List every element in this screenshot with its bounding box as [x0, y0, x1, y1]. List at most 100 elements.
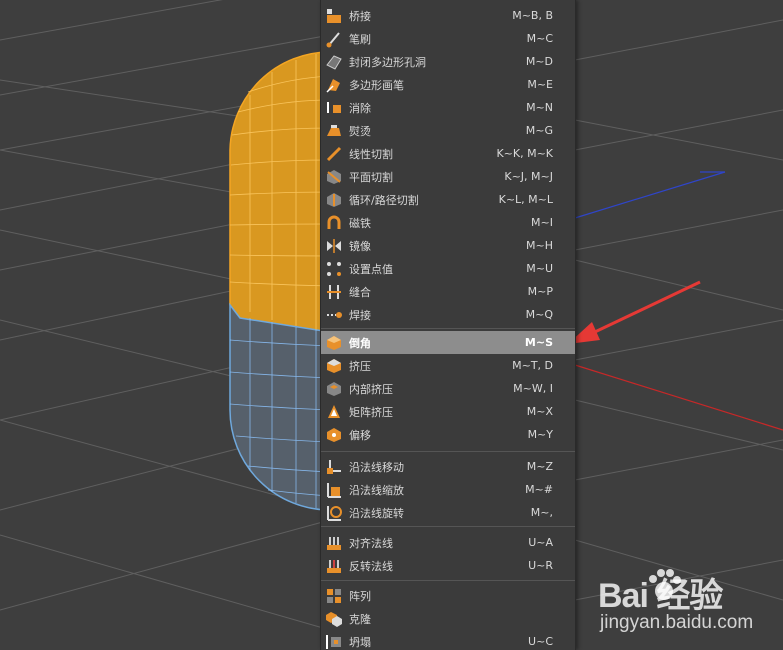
menu-item-weld[interactable]: 焊接 M~Q	[321, 303, 575, 326]
matrix-extrude-icon	[325, 403, 343, 421]
menu-item-shortcut: M~B, B	[512, 9, 553, 22]
menu-item-shortcut: U~C	[528, 635, 553, 648]
menu-item-shortcut: M~D	[525, 55, 553, 68]
menu-item-shortcut: M~G	[525, 124, 553, 137]
capsule-mesh[interactable]	[229, 51, 331, 511]
bevel-icon	[325, 334, 343, 352]
menu-separator	[321, 328, 575, 329]
menu-item-shortcut: M~H	[526, 239, 553, 252]
brush-icon	[325, 30, 343, 48]
menu-item-shortcut: M~X	[526, 405, 553, 418]
normal-move-icon	[325, 458, 343, 476]
menu-item-extrude[interactable]: 挤压 M~T, D	[321, 354, 575, 377]
menu-item-shortcut: M~Q	[525, 308, 553, 321]
offset-icon	[325, 426, 343, 444]
menu-item-label: 矩阵挤压	[349, 405, 393, 419]
menu-item-label: 沿法线移动	[349, 460, 404, 474]
annotation-arrow	[568, 280, 701, 344]
mesh-commands-context-menu: 桥接 M~B, B 笔刷 M~C 封闭多边形孔洞 M~D 多边形画笔 M~E 消除 M~N 熨烫 M~…	[320, 0, 576, 650]
mirror-icon	[325, 237, 343, 255]
menu-item-label: 设置点值	[349, 262, 393, 276]
menu-item-label: 沿法线缩放	[349, 483, 404, 497]
reverse-normals-icon	[325, 557, 343, 575]
knife-icon	[325, 145, 343, 163]
menu-item-label: 镜像	[349, 239, 371, 253]
clone-icon	[325, 610, 343, 628]
menu-separator	[321, 451, 575, 452]
menu-item-label: 沿法线旋转	[349, 506, 404, 520]
magnet-icon	[325, 214, 343, 232]
menu-item-label: 熨烫	[349, 124, 371, 138]
iron-icon	[325, 122, 343, 140]
menu-item-collapse[interactable]: 坍塌 U~C	[321, 630, 575, 650]
close-hole-icon	[325, 53, 343, 71]
world-axes	[574, 171, 783, 431]
menu-item-shortcut: M~N	[526, 101, 553, 114]
menu-item-label: 消除	[349, 101, 371, 115]
menu-item-label: 对齐法线	[349, 536, 393, 550]
menu-item-shortcut: U~A	[528, 536, 553, 549]
menu-item-shortcut: K~K, M~K	[496, 147, 553, 160]
menu-item-label: 坍塌	[349, 635, 371, 649]
menu-item-label: 平面切割	[349, 170, 393, 184]
menu-item-shortcut: M~#	[525, 483, 553, 496]
menu-item-normal-move[interactable]: 沿法线移动 M~Z	[321, 455, 575, 478]
menu-item-polygon-pen[interactable]: 多边形画笔 M~E	[321, 73, 575, 96]
plane-cut-icon	[325, 168, 343, 186]
menu-item-magnet[interactable]: 磁铁 M~I	[321, 211, 575, 234]
watermark-url: jingyan.baidu.com	[600, 612, 754, 633]
align-normals-icon	[325, 534, 343, 552]
polygon-pen-icon	[325, 76, 343, 94]
menu-item-label: 反转法线	[349, 559, 393, 573]
menu-item-clone[interactable]: 克隆	[321, 607, 575, 630]
menu-item-label: 焊接	[349, 308, 371, 322]
menu-item-shortcut: M~Y	[527, 428, 553, 441]
menu-item-shortcut: K~J, M~J	[504, 170, 553, 183]
menu-item-shortcut: M~S	[524, 336, 553, 349]
bridge-icon	[325, 7, 343, 25]
menu-item-plane-cut[interactable]: 平面切割 K~J, M~J	[321, 165, 575, 188]
extrude-inner-icon	[325, 380, 343, 398]
menu-item-brush[interactable]: 笔刷 M~C	[321, 27, 575, 50]
menu-item-label: 挤压	[349, 359, 371, 373]
set-point-value-icon	[325, 260, 343, 278]
menu-item-normal-scale[interactable]: 沿法线缩放 M~#	[321, 478, 575, 501]
extrude-icon	[325, 357, 343, 375]
menu-item-shortcut: M~I	[531, 216, 553, 229]
menu-item-normal-rotate[interactable]: 沿法线旋转 M~,	[321, 501, 575, 524]
menu-item-bevel[interactable]: 倒角 M~S	[321, 331, 575, 354]
menu-item-array[interactable]: 阵列	[321, 584, 575, 607]
menu-item-label: 内部挤压	[349, 382, 393, 396]
menu-item-align-normals[interactable]: 对齐法线 U~A	[321, 531, 575, 554]
watermark-logo: Bai 经验	[598, 577, 723, 615]
menu-item-label: 克隆	[349, 612, 371, 626]
menu-item-shortcut: M~W, I	[513, 382, 553, 395]
menu-item-label: 封闭多边形孔洞	[349, 55, 426, 69]
menu-item-extrude-inner[interactable]: 内部挤压 M~W, I	[321, 377, 575, 400]
menu-item-label: 笔刷	[349, 32, 371, 46]
menu-item-offset[interactable]: 偏移 M~Y	[321, 423, 575, 446]
menu-item-shortcut: U~R	[528, 559, 553, 572]
menu-item-label: 倒角	[349, 336, 371, 350]
menu-separator	[321, 580, 575, 581]
menu-item-close-hole[interactable]: 封闭多边形孔洞 M~D	[321, 50, 575, 73]
menu-item-reverse-normals[interactable]: 反转法线 U~R	[321, 554, 575, 577]
stitch-icon	[325, 283, 343, 301]
menu-item-loop-cut[interactable]: 循环/路径切割 K~L, M~L	[321, 188, 575, 211]
menu-item-dissolve[interactable]: 消除 M~N	[321, 96, 575, 119]
menu-item-shortcut: M~P	[527, 285, 553, 298]
menu-item-label: 循环/路径切割	[349, 193, 419, 207]
normal-rotate-icon	[325, 504, 343, 522]
menu-item-iron[interactable]: 熨烫 M~G	[321, 119, 575, 142]
menu-item-matrix-extrude[interactable]: 矩阵挤压 M~X	[321, 400, 575, 423]
menu-item-label: 阵列	[349, 589, 371, 603]
menu-item-label: 偏移	[349, 428, 371, 442]
menu-item-bridge[interactable]: 桥接 M~B, B	[321, 4, 575, 27]
menu-item-knife[interactable]: 线性切割 K~K, M~K	[321, 142, 575, 165]
menu-item-set-point-value[interactable]: 设置点值 M~U	[321, 257, 575, 280]
menu-item-shortcut: M~Z	[526, 460, 553, 473]
menu-item-shortcut: M~T, D	[512, 359, 553, 372]
menu-item-mirror[interactable]: 镜像 M~H	[321, 234, 575, 257]
menu-item-stitch[interactable]: 缝合 M~P	[321, 280, 575, 303]
dissolve-icon	[325, 99, 343, 117]
